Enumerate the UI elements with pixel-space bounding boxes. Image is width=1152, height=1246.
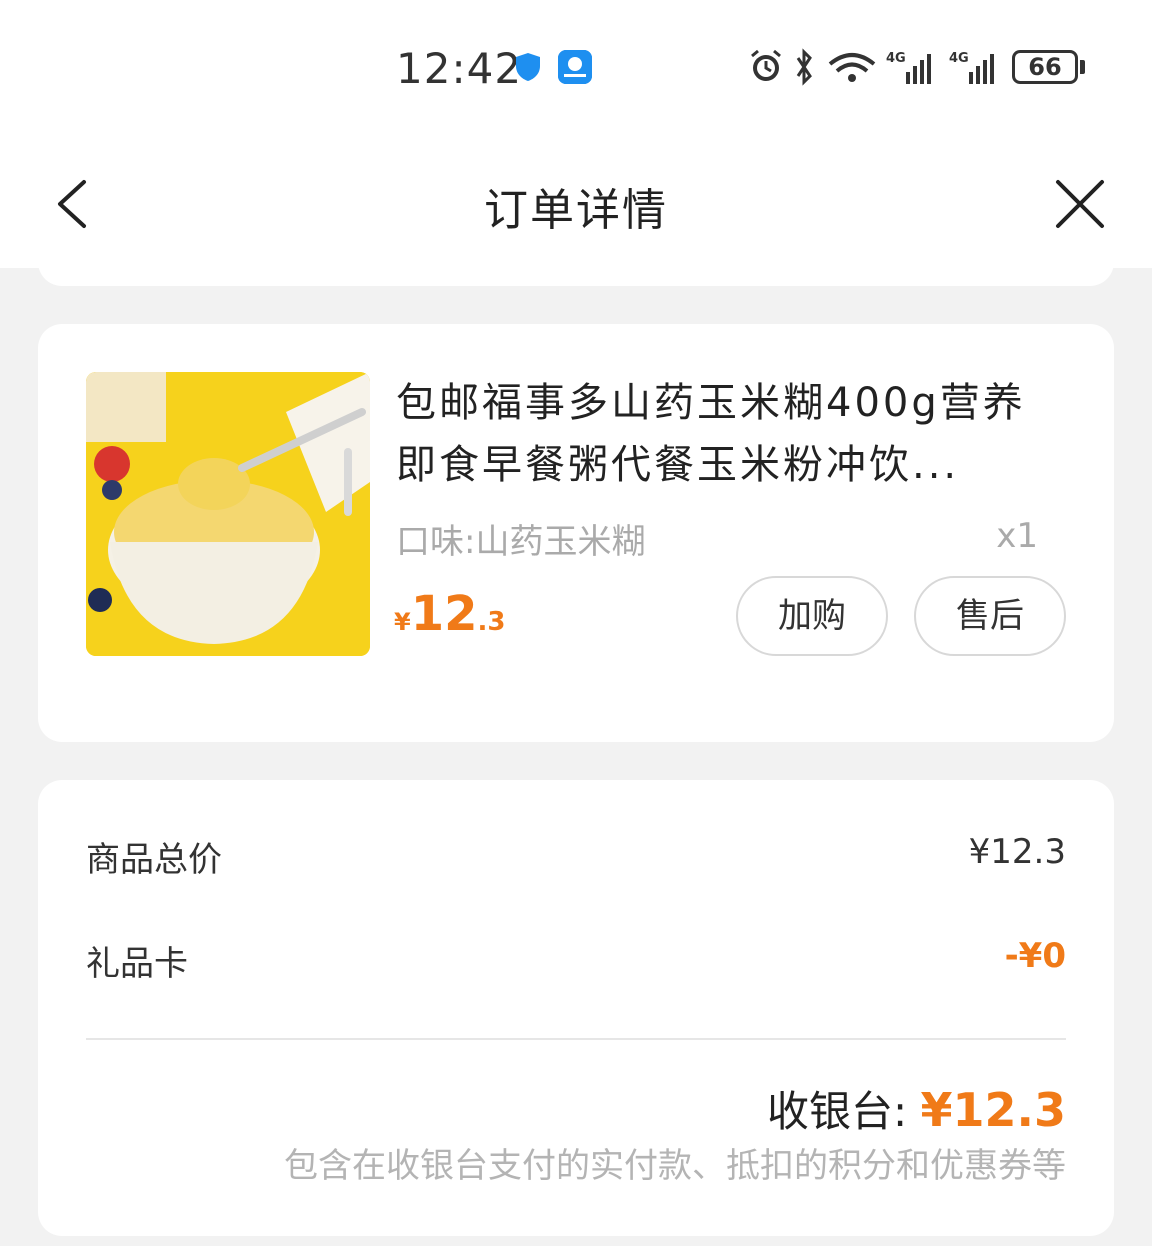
alarm-icon <box>751 49 781 81</box>
previous-card-edge <box>38 250 1114 286</box>
battery-tip <box>1080 60 1085 74</box>
price-integer: 12 <box>410 586 478 642</box>
product-image[interactable] <box>86 372 370 656</box>
checkout-note: 包含在收银台支付的实付款、抵扣的积分和优惠券等 <box>284 1146 1066 1186</box>
checkout-total-label: 收银台: <box>766 1087 921 1136</box>
checkout-total: 收银台: ¥12.3 <box>767 1078 1066 1139</box>
signal-icon-1: 4G <box>886 51 931 84</box>
product-title[interactable]: 包邮福事多山药玉米糊400g营养即食早餐粥代餐玉米粉冲饮... <box>396 372 1046 496</box>
product-spec: 口味:山药玉米糊 <box>396 522 646 562</box>
shield-icon <box>514 52 542 86</box>
product-card[interactable]: 包邮福事多山药玉米糊400g营养即食早餐粥代餐玉米粉冲饮... 口味:山药玉米糊… <box>38 324 1114 742</box>
price-currency: ¥ <box>394 608 411 636</box>
after-sale-button[interactable]: 售后 <box>914 576 1066 656</box>
svg-text:4G: 4G <box>949 51 969 66</box>
signal-icon-2: 4G <box>949 51 994 84</box>
gift-card-label: 礼品卡 <box>86 944 188 984</box>
close-button[interactable] <box>1052 176 1108 232</box>
subtotal-label: 商品总价 <box>86 840 222 880</box>
battery-icon: 66 <box>1012 50 1078 84</box>
product-quantity: x1 <box>996 516 1038 556</box>
wifi-icon <box>828 53 876 82</box>
add-to-cart-button[interactable]: 加购 <box>736 576 888 656</box>
price-decimal: .3 <box>477 607 506 637</box>
status-time: 12:42 <box>396 44 523 93</box>
subtotal-value: ¥12.3 <box>968 832 1066 872</box>
gift-card-value: -¥0 <box>1004 936 1066 976</box>
divider <box>86 1038 1066 1040</box>
nav-bar: 订单详情 <box>0 136 1152 268</box>
system-status-icons: 4G 4G <box>746 48 1006 88</box>
close-icon <box>1056 180 1104 228</box>
status-bar: 12:42 4G 4G 66 <box>0 0 1152 136</box>
price-summary-card: 商品总价 ¥12.3 礼品卡 -¥0 收银台: ¥12.3 包含在收银台支付的实… <box>38 780 1114 1236</box>
bluetooth-icon <box>796 48 812 86</box>
checkout-total-value: ¥12.3 <box>920 1083 1066 1137</box>
app-notification-icon <box>558 50 592 84</box>
svg-text:4G: 4G <box>886 51 906 66</box>
page-title: 订单详情 <box>484 185 668 236</box>
product-price: ¥12.3 <box>394 586 505 642</box>
